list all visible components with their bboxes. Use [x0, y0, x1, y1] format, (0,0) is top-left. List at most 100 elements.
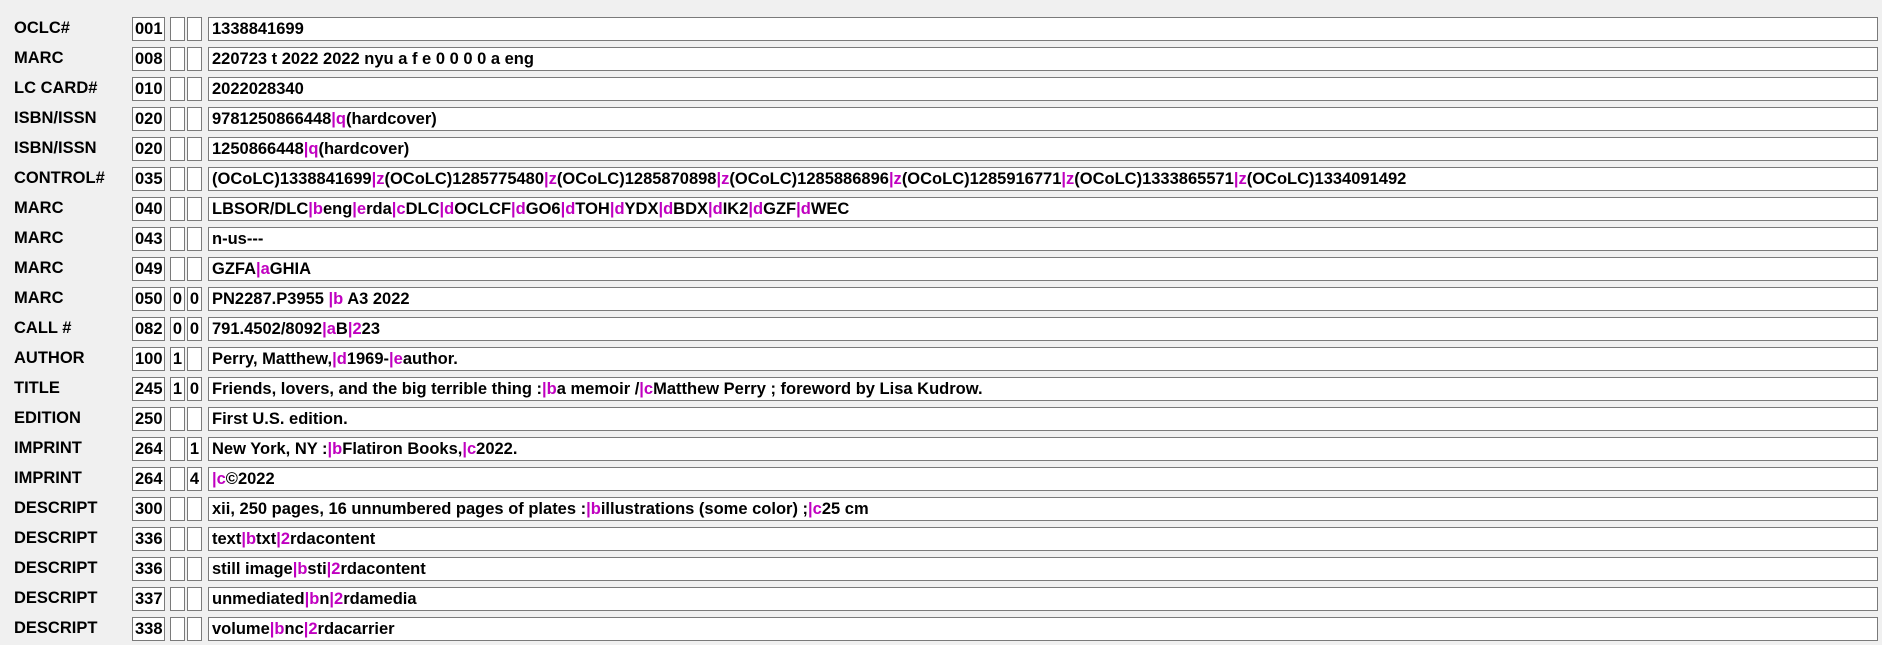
field-data-input[interactable]: 1338841699 — [208, 17, 1878, 41]
field-data-input[interactable]: volume|bnc|2rdacarrier — [208, 617, 1878, 641]
indicator-2-input[interactable] — [187, 47, 202, 71]
field-data-input[interactable]: New York, NY :|bFlatiron Books,|c2022. — [208, 437, 1878, 461]
subfield-text: Matthew Perry ; foreword by Lisa Kudrow. — [653, 380, 983, 398]
field-data-input[interactable]: 1250866448|q(hardcover) — [208, 137, 1878, 161]
marc-field-row: IMPRINT 264 4 |c©2022 — [0, 465, 1882, 495]
field-data-input[interactable]: 2022028340 — [208, 77, 1878, 101]
indicator-1-input[interactable] — [170, 407, 185, 431]
indicator-2-input[interactable] — [187, 197, 202, 221]
field-data-input[interactable]: Friends, lovers, and the big terrible th… — [208, 377, 1878, 401]
subfield-text: WEC — [810, 200, 850, 218]
indicator-2-input[interactable] — [187, 347, 202, 371]
indicator-2-input[interactable]: 0 — [187, 317, 202, 341]
field-data-input[interactable]: PN2287.P3955 |b A3 2022 — [208, 287, 1878, 311]
subfield-delimiter: |2 — [326, 560, 341, 578]
subfield-text: 25 cm — [821, 500, 869, 518]
field-data-input[interactable]: 791.4502/8092|aB|223 — [208, 317, 1878, 341]
indicator-1-input[interactable] — [170, 617, 185, 641]
tag-input[interactable]: 010 — [132, 77, 165, 101]
indicator-1-input[interactable] — [170, 137, 185, 161]
tag-input[interactable]: 250 — [132, 407, 165, 431]
field-data-input[interactable]: unmediated|bn|2rdamedia — [208, 587, 1878, 611]
subfield-text: eng — [322, 200, 353, 218]
tag-input[interactable]: 338 — [132, 617, 165, 641]
indicator-1-input[interactable] — [170, 257, 185, 281]
tag-input[interactable]: 337 — [132, 587, 165, 611]
tag-input[interactable]: 264 — [132, 467, 165, 491]
tag-input[interactable]: 001 — [132, 17, 165, 41]
tag-input[interactable]: 245 — [132, 377, 165, 401]
indicator-1-input[interactable] — [170, 227, 185, 251]
indicator-1-input[interactable] — [170, 197, 185, 221]
indicator-2-input[interactable] — [187, 257, 202, 281]
indicator-2-input[interactable] — [187, 167, 202, 191]
indicator-2-input[interactable] — [187, 587, 202, 611]
indicator-1-input[interactable] — [170, 167, 185, 191]
field-label: DESCRIPT — [14, 499, 98, 517]
indicator-2-input[interactable] — [187, 407, 202, 431]
indicator-2-input[interactable] — [187, 227, 202, 251]
indicator-1-input[interactable] — [170, 497, 185, 521]
indicator-2-input[interactable] — [187, 107, 202, 131]
indicator-1-input[interactable]: 0 — [170, 317, 185, 341]
indicator-2-input[interactable]: 4 — [187, 467, 202, 491]
field-data-input[interactable]: 220723 t 2022 2022 nyu a f e 0 0 0 0 a e… — [208, 47, 1878, 71]
indicator-1-input[interactable] — [170, 527, 185, 551]
subfield-delimiter: |b — [586, 500, 601, 518]
tag-input[interactable]: 020 — [132, 137, 165, 161]
tag-input[interactable]: 020 — [132, 107, 165, 131]
field-data-input[interactable]: (OCoLC)1338841699|z(OCoLC)1285775480|z(O… — [208, 167, 1878, 191]
tag-input[interactable]: 008 — [132, 47, 165, 71]
indicator-2-input[interactable] — [187, 17, 202, 41]
indicator-1-input[interactable] — [170, 107, 185, 131]
indicator-2-input[interactable]: 0 — [187, 377, 202, 401]
indicator-2-input[interactable]: 0 — [187, 287, 202, 311]
field-data-input[interactable]: xii, 250 pages, 16 unnumbered pages of p… — [208, 497, 1878, 521]
field-label: AUTHOR — [14, 349, 85, 367]
indicator-2-input[interactable] — [187, 497, 202, 521]
tag-input[interactable]: 043 — [132, 227, 165, 251]
tag-input[interactable]: 049 — [132, 257, 165, 281]
tag-input[interactable]: 264 — [132, 437, 165, 461]
subfield-text: LBSOR/DLC — [212, 200, 309, 218]
field-data-input[interactable]: Perry, Matthew,|d1969-|eauthor. — [208, 347, 1878, 371]
subfield-delimiter: |e — [352, 200, 367, 218]
indicator-1-input[interactable] — [170, 587, 185, 611]
tag-input[interactable]: 336 — [132, 527, 165, 551]
field-data-input[interactable]: text|btxt|2rdacontent — [208, 527, 1878, 551]
indicator-2-input[interactable] — [187, 617, 202, 641]
subfield-text: (OCoLC)1285870898 — [556, 170, 717, 188]
field-data-input[interactable]: |c©2022 — [208, 467, 1878, 491]
indicator-2-input[interactable] — [187, 557, 202, 581]
indicator-2-input[interactable]: 1 — [187, 437, 202, 461]
tag-input[interactable]: 050 — [132, 287, 165, 311]
subfield-delimiter: |b — [542, 380, 557, 398]
indicator-1-input[interactable]: 1 — [170, 377, 185, 401]
field-data-input[interactable]: LBSOR/DLC|beng|erda|cDLC|dOCLCF|dGO6|dTO… — [208, 197, 1878, 221]
field-data-input[interactable]: n-us--- — [208, 227, 1878, 251]
tag-input[interactable]: 035 — [132, 167, 165, 191]
tag-input[interactable]: 336 — [132, 557, 165, 581]
field-data-input[interactable]: First U.S. edition. — [208, 407, 1878, 431]
tag-input[interactable]: 082 — [132, 317, 165, 341]
subfield-delimiter: |2 — [276, 530, 291, 548]
indicator-1-input[interactable] — [170, 77, 185, 101]
indicator-2-input[interactable] — [187, 527, 202, 551]
indicator-1-input[interactable]: 1 — [170, 347, 185, 371]
tag-input[interactable]: 040 — [132, 197, 165, 221]
indicator-2-input[interactable] — [187, 137, 202, 161]
tag-input[interactable]: 100 — [132, 347, 165, 371]
indicator-1-input[interactable]: 0 — [170, 287, 185, 311]
indicator-1-input[interactable] — [170, 557, 185, 581]
indicator-1-input[interactable] — [170, 17, 185, 41]
field-data-input[interactable]: still image|bsti|2rdacontent — [208, 557, 1878, 581]
tag-input[interactable]: 300 — [132, 497, 165, 521]
field-data-input[interactable]: 9781250866448|q(hardcover) — [208, 107, 1878, 131]
indicator-1-input[interactable] — [170, 437, 185, 461]
subfield-text: Perry, Matthew, — [212, 350, 333, 368]
indicator-1-input[interactable] — [170, 47, 185, 71]
indicator-2-input[interactable] — [187, 77, 202, 101]
field-label: ISBN/ISSN — [14, 109, 97, 127]
field-data-input[interactable]: GZFA|aGHIA — [208, 257, 1878, 281]
indicator-1-input[interactable] — [170, 467, 185, 491]
